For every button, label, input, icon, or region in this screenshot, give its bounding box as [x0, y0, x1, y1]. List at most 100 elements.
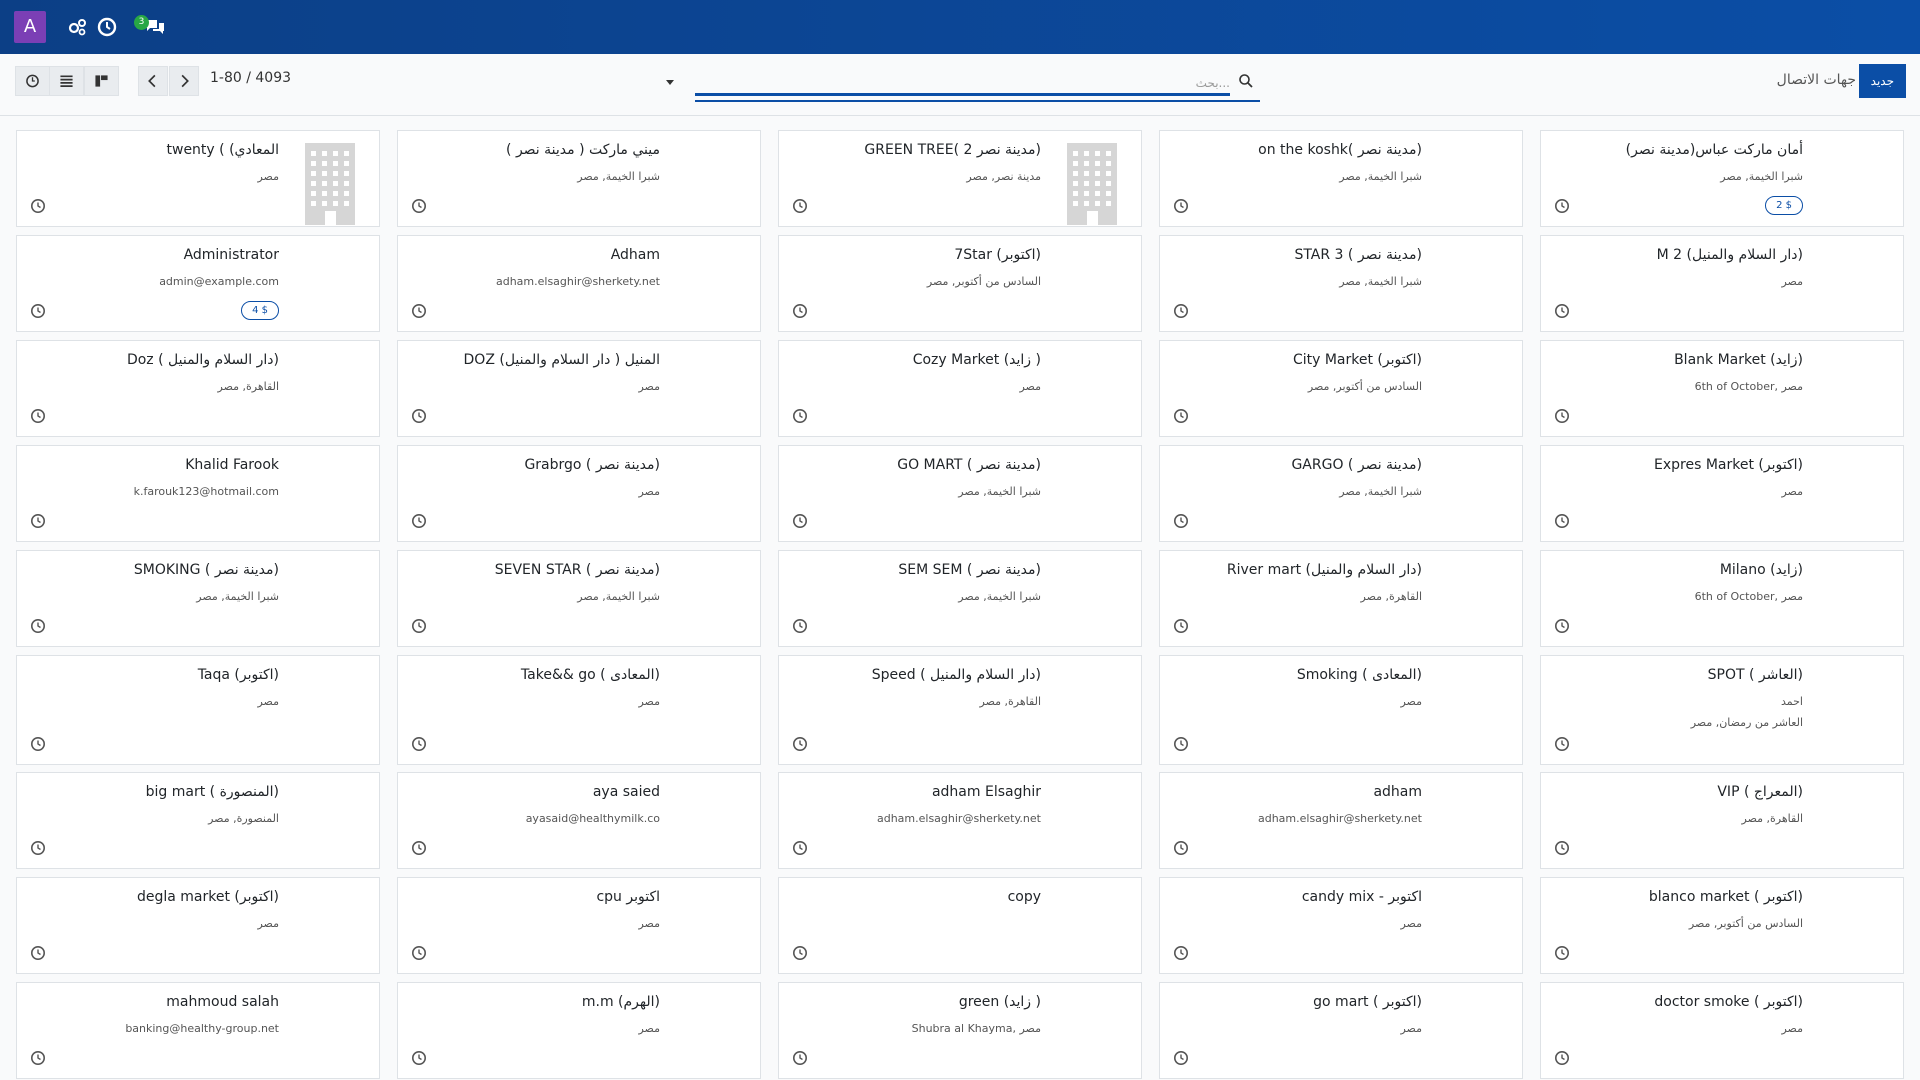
contact-card[interactable]: mahmoud salah banking@healthy-group.net — [16, 982, 380, 1079]
contact-card[interactable]: on the koshk( مدينة نصر) شبرا الخيمة, مصر — [1159, 130, 1523, 227]
activity-clock-icon[interactable] — [411, 1050, 427, 1066]
contact-card[interactable]: Administrator admin@example.com 4 $ — [16, 235, 380, 332]
activity-clock-icon[interactable] — [1554, 198, 1570, 214]
contact-card[interactable]: Speed ( دار السلام والمنيل) القاهرة, مصر — [778, 655, 1142, 765]
activity-clock-icon[interactable] — [1554, 408, 1570, 424]
contact-card[interactable]: SEVEN STAR ( مدينة نصر) شبرا الخيمة, مصر — [397, 550, 761, 647]
activity-clock-icon[interactable] — [792, 840, 808, 856]
activity-clock-icon[interactable] — [30, 1050, 46, 1066]
activity-clock-icon[interactable] — [1554, 736, 1570, 752]
contact-card[interactable]: Taqa (اكتوبر) مصر — [16, 655, 380, 765]
activity-clock-icon[interactable] — [792, 303, 808, 319]
activity-clock-icon[interactable] — [1554, 618, 1570, 634]
activity-clock-icon[interactable] — [411, 736, 427, 752]
pager-value[interactable]: 1-80 / 4093 — [210, 70, 291, 86]
activity-clock-icon[interactable] — [1173, 408, 1189, 424]
activity-clock-icon[interactable] — [1173, 736, 1189, 752]
activity-clock-icon[interactable] — [1554, 513, 1570, 529]
contact-card[interactable]: Take&& go ( المعادى) مصر — [397, 655, 761, 765]
contact-card[interactable]: SMOKING ( مدينة نصر) شبرا الخيمة, مصر — [16, 550, 380, 647]
activity-clock-icon[interactable] — [411, 198, 427, 214]
activity-clock-icon[interactable] — [411, 513, 427, 529]
contact-card[interactable]: VIP ( المعراج) القاهرة, مصر — [1540, 772, 1904, 869]
activity-clock-icon[interactable] — [1554, 840, 1570, 856]
contact-card[interactable]: Expres Market (اكتوبر) مصر — [1540, 445, 1904, 542]
activity-clock-icon[interactable] — [411, 945, 427, 961]
contact-card[interactable]: أمان ماركت عباس(مدينة نصر) شبرا الخيمة, م… — [1540, 130, 1904, 227]
contact-card[interactable]: go mart ( اكتوبر) مصر — [1159, 982, 1523, 1079]
activity-clock-icon[interactable] — [411, 408, 427, 424]
activity-clock-icon[interactable] — [792, 945, 808, 961]
activity-clock-icon[interactable] — [1173, 303, 1189, 319]
activity-clock-icon[interactable] — [1554, 303, 1570, 319]
create-new-button[interactable]: جديد — [1858, 64, 1906, 98]
app-avatar[interactable]: A — [14, 11, 46, 43]
search-dropdown-toggle-icon[interactable] — [663, 74, 677, 88]
contact-card[interactable]: Khalid Farook k.farouk123@hotmail.com — [16, 445, 380, 542]
activity-clock-icon[interactable] — [792, 618, 808, 634]
activity-clock-icon[interactable] — [1173, 945, 1189, 961]
contact-card[interactable]: STAR 3 ( مدينة نصر) شبرا الخيمة, مصر — [1159, 235, 1523, 332]
contact-card[interactable]: Smoking ( المعادى) مصر — [1159, 655, 1523, 765]
contact-card[interactable]: m.m (الهرم) مصر — [397, 982, 761, 1079]
contact-card[interactable]: GREEN TREE( 2 مدينة نصر) مدينة نصر, مصر — [778, 130, 1142, 227]
contact-card[interactable]: green (زايد ) Shubra al Khayma, مصر — [778, 982, 1142, 1079]
activity-clock-icon[interactable] — [792, 513, 808, 529]
contact-card[interactable]: candy mix - اكتوبر مصر — [1159, 877, 1523, 974]
sales-badge[interactable]: 2 $ — [1765, 196, 1803, 215]
contact-card[interactable]: adham Elsaghir adham.elsaghir@sherkety.ne… — [778, 772, 1142, 869]
contact-card[interactable]: River mart (دار السلام والمنيل) القاهرة, … — [1159, 550, 1523, 647]
contact-card[interactable]: aya saied ayasaid@healthymilk.co — [397, 772, 761, 869]
activity-clock-icon[interactable] — [411, 303, 427, 319]
contact-card[interactable]: Grabrgo ( مدينة نصر) مصر — [397, 445, 761, 542]
activity-clock-icon[interactable] — [96, 16, 118, 38]
activity-clock-icon[interactable] — [30, 945, 46, 961]
sales-badge[interactable]: 4 $ — [241, 301, 279, 320]
activity-clock-icon[interactable] — [1554, 1050, 1570, 1066]
activity-clock-icon[interactable] — [1173, 513, 1189, 529]
contact-card[interactable]: GO MART ( مدينة نصر) شبرا الخيمة, مصر — [778, 445, 1142, 542]
contact-card[interactable]: adham adham.elsaghir@sherkety.net — [1159, 772, 1523, 869]
contact-card[interactable]: blanco market ( اكتوبر) السادس من أكتوبر,… — [1540, 877, 1904, 974]
list-view-button[interactable] — [49, 66, 84, 96]
contact-card[interactable]: Adham adham.elsaghir@sherkety.net — [397, 235, 761, 332]
contact-card[interactable]: Milano (زايد) 6th of October, مصر — [1540, 550, 1904, 647]
contact-card[interactable]: GARGO ( مدينة نصر) شبرا الخيمة, مصر — [1159, 445, 1523, 542]
activity-clock-icon[interactable] — [30, 513, 46, 529]
activity-clock-icon[interactable] — [792, 198, 808, 214]
activity-clock-icon[interactable] — [411, 618, 427, 634]
contact-card[interactable]: ( ميني ماركت ( مدينة نصر شبرا الخيمة, مصر — [397, 130, 761, 227]
activity-clock-icon[interactable] — [792, 408, 808, 424]
activity-clock-icon[interactable] — [1173, 618, 1189, 634]
contact-card[interactable]: doctor smoke ( اكتوبر) مصر — [1540, 982, 1904, 1079]
contact-card[interactable]: big mart ( المنصورة) المنصورة, مصر — [16, 772, 380, 869]
activity-clock-icon[interactable] — [792, 1050, 808, 1066]
activity-clock-icon[interactable] — [1554, 945, 1570, 961]
activity-clock-icon[interactable] — [1173, 840, 1189, 856]
search-input[interactable] — [695, 72, 1230, 94]
activity-clock-icon[interactable] — [411, 840, 427, 856]
activity-clock-icon[interactable] — [30, 736, 46, 752]
activity-clock-icon[interactable] — [30, 840, 46, 856]
contact-card[interactable]: SPOT ( العاشر) احمد العاشر من رمضان, مصر — [1540, 655, 1904, 765]
contact-card[interactable]: Doz ( دار السلام والمنيل) القاهرة, مصر — [16, 340, 380, 437]
pager-previous-button[interactable] — [138, 66, 168, 96]
contact-card[interactable]: SEM SEM ( مدينة نصر) شبرا الخيمة, مصر — [778, 550, 1142, 647]
contact-card[interactable]: twenty ( (المعادي مصر — [16, 130, 380, 227]
contact-card[interactable]: 7Star (اكتوبر) السادس من أكتوبر, مصر — [778, 235, 1142, 332]
contact-card[interactable]: DOZ المنيل ( دار السلام والمنيل) مصر — [397, 340, 761, 437]
activity-clock-icon[interactable] — [30, 408, 46, 424]
activity-clock-icon[interactable] — [30, 303, 46, 319]
pager-next-button[interactable] — [169, 66, 199, 96]
contact-card[interactable]: Blank Market (زايد) 6th of October, مصر — [1540, 340, 1904, 437]
activity-view-button[interactable] — [15, 66, 50, 96]
contact-card[interactable]: cpu اكتوبر مصر — [397, 877, 761, 974]
activity-clock-icon[interactable] — [1173, 198, 1189, 214]
contact-card[interactable]: copy — [778, 877, 1142, 974]
settings-gears-icon[interactable] — [66, 16, 88, 38]
activity-clock-icon[interactable] — [30, 618, 46, 634]
activity-clock-icon[interactable] — [1173, 1050, 1189, 1066]
contact-card[interactable]: City Market (اكتوبر) السادس من أكتوبر, مص… — [1159, 340, 1523, 437]
contact-card[interactable]: M 2 (دار السلام والمنيل) مصر — [1540, 235, 1904, 332]
contact-card[interactable]: degla market (اكتوبر) مصر — [16, 877, 380, 974]
